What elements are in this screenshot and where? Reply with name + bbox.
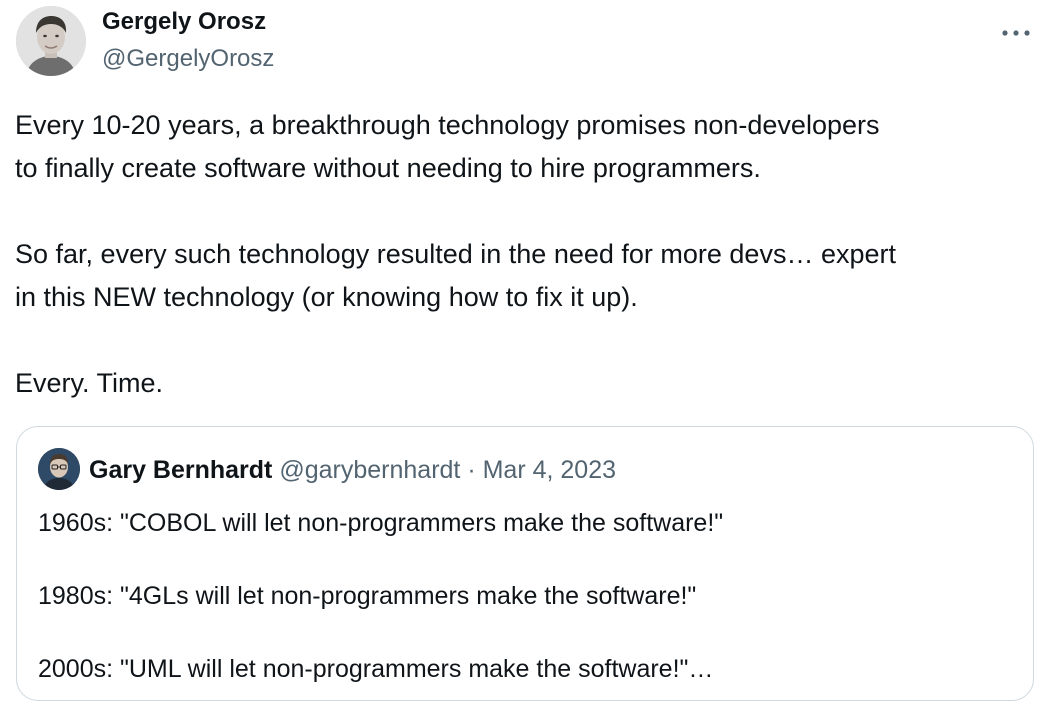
quoted-line: 1980s: "4GLs will let non-programmers ma… (38, 582, 697, 610)
quoted-author-name[interactable]: Gary Bernhardt (89, 456, 272, 484)
tweet-paragraph: Every 10-20 years, a breakthrough techno… (15, 104, 1039, 190)
quoted-tweet[interactable]: Gary Bernhardt @garybernhardt · Mar 4, 2… (16, 426, 1034, 701)
author-handle[interactable]: @GergelyOrosz (102, 45, 274, 73)
tweet-text: Every 10-20 years, a breakthrough techno… (15, 104, 1039, 405)
meta-separator: · (467, 456, 476, 484)
quoted-avatar-image (38, 448, 80, 490)
more-options-button[interactable] (998, 18, 1034, 48)
author-avatar-image (16, 6, 86, 76)
tweet-paragraph: So far, every such technology resulted i… (15, 233, 1039, 319)
quoted-tweet-header: Gary Bernhardt @garybernhardt · Mar 4, 2… (89, 455, 616, 485)
quoted-line: 2000s: "UML will let non-programmers mak… (38, 655, 714, 683)
tweet-line: in this NEW technology (or knowing how t… (15, 282, 638, 312)
quoted-author-avatar[interactable] (38, 448, 80, 490)
tweet-line: Every 10-20 years, a breakthrough techno… (15, 110, 880, 140)
author-avatar[interactable] (16, 6, 86, 76)
tweet-line: So far, every such technology resulted i… (15, 239, 896, 269)
ellipsis-icon (1002, 30, 1030, 36)
quoted-author-handle[interactable]: @garybernhardt (279, 456, 460, 484)
quoted-line: 1960s: "COBOL will let non-programmers m… (38, 509, 724, 537)
quoted-tweet-date[interactable]: Mar 4, 2023 (483, 456, 616, 484)
tweet: Gergely Orosz @GergelyOrosz Every 10-20 … (0, 0, 1046, 714)
author-name[interactable]: Gergely Orosz (102, 8, 266, 36)
tweet-line: to finally create software without needi… (15, 153, 761, 183)
quoted-tweet-text: 1960s: "COBOL will let non-programmers m… (38, 505, 1018, 687)
tweet-paragraph: Every. Time. (15, 362, 1039, 405)
tweet-line: Every. Time. (15, 368, 164, 398)
